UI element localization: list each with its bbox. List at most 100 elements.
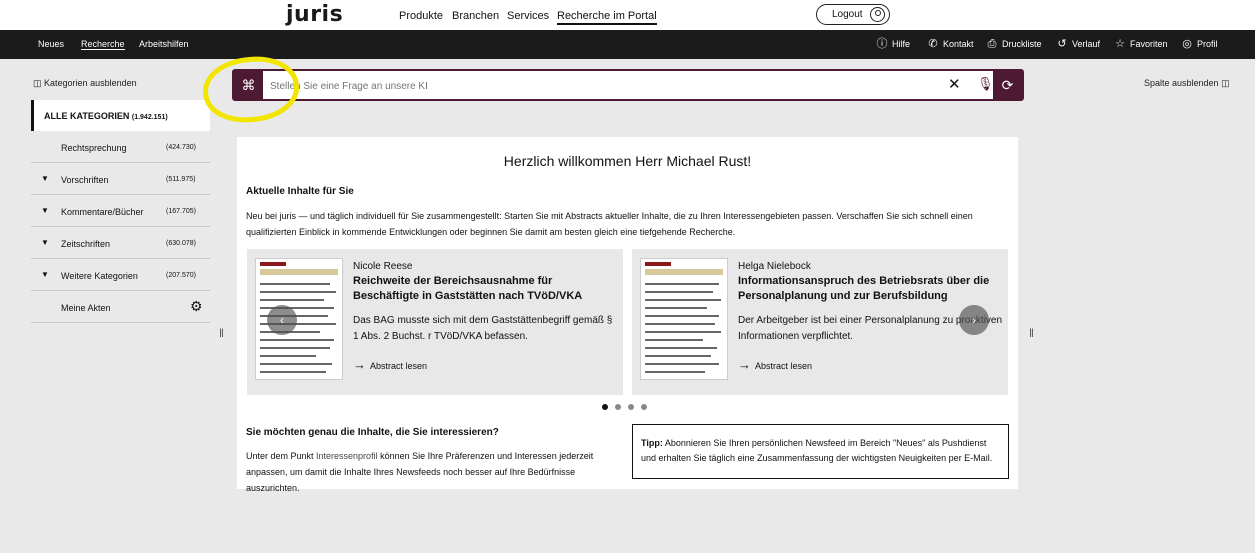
abstract-link-label: Abstract lesen	[755, 361, 813, 371]
nav-services[interactable]: Services	[507, 10, 549, 22]
interest-text-pre: Unter dem Punkt	[246, 451, 317, 461]
hide-column-toggle[interactable]: Spalte ausblenden ◫	[1144, 78, 1230, 89]
history-icon: ↺	[1057, 38, 1067, 50]
interest-title: Sie möchten genau die Inhalte, die Sie i…	[246, 427, 499, 438]
user-icon	[870, 7, 885, 22]
category-count: (207.570)	[166, 272, 196, 279]
carousel-dot[interactable]	[602, 404, 608, 410]
chevron-right-icon: ›	[972, 313, 976, 327]
kontakt-label: Kontakt	[943, 39, 974, 49]
verlauf-label: Verlauf	[1072, 39, 1101, 49]
microphone-icon[interactable]: 🎙	[977, 76, 994, 92]
right-resize-handle[interactable]: ‖	[1029, 326, 1034, 340]
category-label: Rechtsprechung	[61, 143, 127, 153]
favoriten-label: Favoriten	[1130, 39, 1168, 49]
document-thumbnail	[640, 258, 728, 380]
carousel-prev-button[interactable]: ‹	[267, 305, 297, 335]
card-author: Helga Nielebock	[738, 261, 811, 272]
nav-neues[interactable]: Neues	[38, 39, 64, 49]
nav-recherche-im-portal[interactable]: Recherche im Portal	[557, 10, 657, 25]
carousel-dot[interactable]	[641, 404, 647, 410]
news-card[interactable]: Nicole Reese Reichweite der Bereichsausn…	[247, 249, 623, 395]
profil-label: Profil	[1197, 39, 1218, 49]
nav-branchen[interactable]: Branchen	[452, 10, 499, 22]
tip-box: Tipp: Abonnieren Sie Ihren persönlichen …	[632, 424, 1009, 479]
close-icon[interactable]: ✕	[948, 75, 961, 93]
juris-logo[interactable]: juris	[286, 2, 343, 27]
nav-produkte[interactable]: Produkte	[399, 10, 443, 22]
annotation-circle	[199, 52, 303, 127]
arrow-right-icon: →	[353, 357, 366, 372]
kontakt-link[interactable]: ✆ Kontakt	[927, 38, 974, 50]
category-weitere[interactable]: ▼ Weitere Kategorien (207.570)	[31, 259, 210, 291]
category-count: (630.078)	[166, 240, 196, 247]
intro-text: Neu bei juris — und täglich individuell …	[246, 211, 973, 237]
hilfe-label: Hilfe	[892, 39, 911, 49]
panel-icon: ◫	[33, 78, 42, 88]
verlauf-link[interactable]: ↺ Verlauf	[1056, 38, 1100, 50]
card-author: Nicole Reese	[353, 261, 413, 272]
hide-categories-label: Kategorien ausblenden	[44, 78, 137, 88]
category-label: Zeitschriften	[61, 239, 111, 249]
hilfe-link[interactable]: ⓘ Hilfe	[876, 38, 911, 50]
star-icon: ☆	[1115, 38, 1125, 50]
arrow-right-icon: →	[738, 357, 751, 372]
card-text: Das BAG musste sich mit dem Gaststättenb…	[353, 315, 613, 342]
carousel-dots	[602, 404, 647, 410]
left-resize-handle[interactable]: ‖	[219, 326, 224, 340]
abstract-link[interactable]: → Abstract lesen	[353, 357, 427, 372]
card-title[interactable]: Informationsanspruch des Betriebsrats üb…	[738, 274, 1000, 304]
meine-akten-label: Meine Akten	[61, 303, 111, 313]
logout-label: Logout	[832, 9, 863, 20]
help-icon: ⓘ	[876, 38, 888, 50]
nav-arbeitshilfen[interactable]: Arbeitshilfen	[139, 39, 189, 49]
hide-categories-toggle[interactable]: ◫ Kategorien ausblenden	[33, 78, 137, 89]
top-header: juris Produkte Branchen Services Recherc…	[0, 0, 1255, 30]
welcome-panel: Herzlich willkommen Herr Michael Rust! A…	[237, 137, 1018, 493]
ki-search-bar: ⌘ ✕ 🎙 ⟳	[232, 69, 1024, 101]
chevron-down-icon[interactable]: ▼	[41, 174, 49, 183]
section-title: Aktuelle Inhalte für Sie	[246, 186, 354, 197]
profil-link[interactable]: ◎ Profil	[1181, 38, 1218, 50]
printer-icon: ⎙	[987, 38, 997, 50]
carousel-dot[interactable]	[615, 404, 621, 410]
category-zeitschriften[interactable]: ▼ Zeitschriften (630.078)	[31, 227, 210, 259]
nav-recherche[interactable]: Recherche	[81, 39, 125, 50]
card-title[interactable]: Reichweite der Bereichsausnahme für Besc…	[353, 274, 615, 304]
carousel-dot[interactable]	[628, 404, 634, 410]
category-label: Weitere Kategorien	[61, 271, 138, 281]
category-label: Kommentare/Bücher	[61, 207, 144, 217]
category-all[interactable]: ALLE KATEGORIEN (1.942.151)	[31, 100, 210, 131]
ki-search-input[interactable]	[270, 78, 910, 94]
chevron-down-icon[interactable]: ▼	[41, 206, 49, 215]
druckliste-link[interactable]: ⎙ Druckliste	[986, 38, 1042, 50]
chevron-down-icon[interactable]: ▼	[41, 270, 49, 279]
category-vorschriften[interactable]: ▼ Vorschriften (511.975)	[31, 163, 210, 195]
tip-text: Abonnieren Sie Ihren persönlichen Newsfe…	[641, 438, 993, 463]
abstract-link-label: Abstract lesen	[370, 361, 428, 371]
chevron-down-icon[interactable]: ▼	[41, 238, 49, 247]
carousel-next-button[interactable]: ›	[959, 305, 989, 335]
category-count: (167.705)	[166, 208, 196, 215]
news-card[interactable]: Helga Nielebock Informationsanspruch des…	[632, 249, 1008, 395]
category-label: Vorschriften	[61, 175, 109, 185]
welcome-heading: Herzlich willkommen Herr Michael Rust!	[503, 153, 752, 169]
druckliste-label: Druckliste	[1002, 39, 1042, 49]
category-rechtsprechung[interactable]: Rechtsprechung (424.730)	[31, 131, 210, 163]
category-all-label: ALLE KATEGORIEN	[44, 111, 130, 121]
abstract-link[interactable]: → Abstract lesen	[738, 357, 812, 372]
category-count: (511.975)	[166, 176, 196, 183]
category-count: (424.730)	[166, 144, 196, 151]
favoriten-link[interactable]: ☆ Favoriten	[1114, 38, 1168, 50]
panel-icon: ◫	[1221, 78, 1230, 88]
hide-column-label: Spalte ausblenden	[1144, 78, 1219, 88]
secondary-nav: Neues Recherche Arbeitshilfen ⓘ Hilfe ✆ …	[0, 30, 1255, 59]
category-sidebar: ALLE KATEGORIEN (1.942.151) Rechtsprechu…	[31, 100, 210, 323]
gear-icon[interactable]: ⚙	[190, 298, 203, 315]
meine-akten[interactable]: Meine Akten ⚙	[31, 291, 210, 323]
category-kommentare-buecher[interactable]: ▼ Kommentare/Bücher (167.705)	[31, 195, 210, 227]
logout-button[interactable]: Logout	[816, 4, 890, 25]
phone-icon: ✆	[928, 38, 938, 50]
send-icon[interactable]: ⟳	[993, 71, 1022, 99]
interessenprofil-link[interactable]: Interessenprofil	[316, 451, 378, 461]
